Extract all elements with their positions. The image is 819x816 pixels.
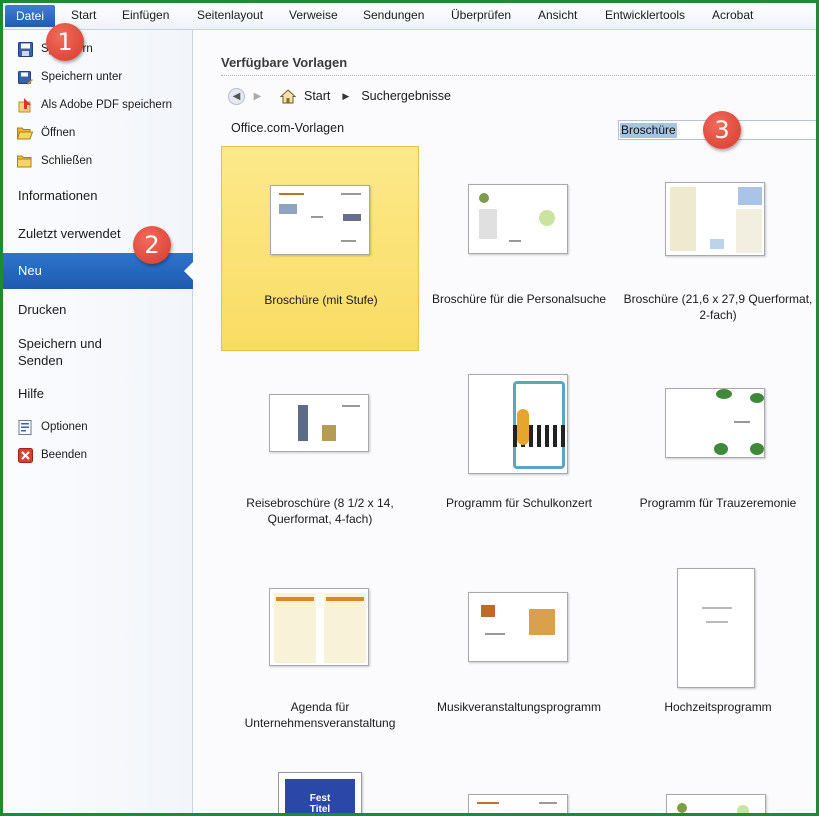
save-as-label: Speichern unter [41, 71, 123, 83]
exit-label: Beenden [41, 449, 88, 461]
window-frame: Datei Start Einfügen Seitenlayout Verwei… [0, 0, 819, 816]
template-label: Programm für Schulkonzert [445, 496, 593, 510]
close-folder-icon [17, 153, 33, 169]
template-label: Broschüre (mit Stufe) [264, 293, 378, 307]
section-speichern-senden[interactable]: Speichern und Senden [18, 335, 118, 369]
exit-command[interactable]: Beenden [17, 445, 87, 465]
tab-ansicht[interactable]: Ansicht [538, 8, 577, 22]
forward-arrow-icon[interactable]: ▶ [249, 88, 266, 105]
section-hilfe[interactable]: Hilfe [18, 385, 44, 402]
section-drucken[interactable]: Drucken [18, 301, 66, 318]
template-label: Broschüre für die Personalsuche [431, 292, 607, 306]
template-label: Agenda für Unternehmensveranstaltung [244, 700, 396, 730]
template-label: Musikveranstaltungsprogramm [436, 700, 602, 714]
template-tile-broschuere-mit-stufe[interactable]: Broschüre (mit Stufe) [221, 146, 419, 351]
template-thumbnail [269, 588, 369, 666]
exit-icon [17, 447, 33, 463]
options-command[interactable]: Optionen [17, 417, 88, 437]
options-label: Optionen [41, 421, 88, 433]
template-tile-broschuere-querformat[interactable]: Broschüre (21,6 x 27,9 Querformat, 2-fac… [619, 146, 816, 351]
backstage-nav: Speichern Speichern unter Als Adobe PDF … [3, 30, 193, 813]
tab-acrobat[interactable]: Acrobat [712, 8, 753, 22]
template-thumbnail [468, 374, 568, 474]
home-icon[interactable] [280, 88, 296, 104]
back-arrow-icon[interactable]: ◀ [228, 87, 245, 105]
template-thumbnail [665, 182, 765, 256]
template-tile-reisebroschuere[interactable]: Reisebroschüre (8 1/2 x 14, Querformat, … [221, 350, 419, 555]
template-thumbnail [665, 388, 765, 458]
open-label: Öffnen [41, 127, 76, 139]
template-thumbnail [677, 568, 755, 688]
selected-notch [184, 262, 193, 280]
section-zuletzt-verwendet[interactable]: Zuletzt verwendet [18, 225, 121, 242]
save-pdf-command[interactable]: Als Adobe PDF speichern [17, 95, 172, 115]
save-pdf-label: Als Adobe PDF speichern [41, 99, 173, 111]
callout-1: 1 [46, 23, 84, 61]
template-thumbnail-fest[interactable]: Fest Titel [278, 772, 362, 813]
breadcrumb-separator-icon: ▶ [342, 90, 350, 101]
search-selected-text: Broschüre [620, 123, 677, 138]
template-tile-musikveranstaltung[interactable]: Musikveranstaltungsprogramm [420, 554, 618, 759]
breadcrumb-home[interactable]: Start [304, 89, 330, 103]
template-thumbnail-partial-2[interactable] [468, 794, 568, 813]
fest-titel-text: Fest Titel [285, 779, 355, 813]
tab-start[interactable]: Start [71, 8, 96, 22]
breadcrumb: ◀ ▶ Start ▶ Suchergebnisse [228, 86, 451, 106]
pdf-icon [17, 97, 33, 113]
template-thumbnail [270, 185, 370, 255]
template-tile-agenda[interactable]: Agenda für Unternehmensveranstaltung [221, 554, 419, 759]
options-icon [17, 419, 33, 435]
save-as-command[interactable]: Speichern unter [17, 67, 122, 87]
ribbon-tab-bar: Datei Start Einfügen Seitenlayout Verwei… [3, 3, 816, 30]
breadcrumb-current: Suchergebnisse [361, 89, 451, 103]
template-thumbnail [269, 394, 369, 452]
close-command[interactable]: Schließen [17, 151, 92, 171]
tab-ueberpruefen[interactable]: Überprüfen [451, 8, 511, 22]
tab-seitenlayout[interactable]: Seitenlayout [197, 8, 263, 22]
close-label: Schließen [41, 155, 93, 167]
template-tile-hochzeitsprogramm[interactable]: Hochzeitsprogramm [619, 554, 816, 759]
tab-datei[interactable]: Datei [5, 5, 55, 27]
tab-sendungen[interactable]: Sendungen [363, 8, 424, 22]
template-label: Reisebroschüre (8 1/2 x 14, Querformat, … [246, 496, 394, 526]
template-thumbnail-partial-3[interactable] [666, 794, 766, 813]
template-label: Programm für Trauzeremonie [639, 496, 797, 510]
tab-entwicklertools[interactable]: Entwicklertools [605, 8, 685, 22]
open-command[interactable]: Öffnen [17, 123, 75, 143]
tab-einfuegen[interactable]: Einfügen [122, 8, 169, 22]
page-title: Verfügbare Vorlagen [221, 55, 348, 70]
template-tile-personalsuche[interactable]: Broschüre für die Personalsuche [420, 146, 618, 351]
template-tile-schulkonzert[interactable]: Programm für Schulkonzert [420, 350, 618, 555]
office-templates-label: Office.com-Vorlagen [231, 121, 345, 135]
template-thumbnail [468, 592, 568, 662]
template-label: Broschüre (21,6 x 27,9 Querformat, 2-fac… [623, 292, 813, 322]
callout-2: 2 [133, 226, 171, 264]
save-icon [17, 41, 33, 57]
template-label: Hochzeitsprogramm [664, 700, 772, 714]
callout-3: 3 [703, 111, 741, 149]
save-as-icon [17, 69, 33, 85]
tab-verweise[interactable]: Verweise [289, 8, 338, 22]
template-thumbnail [468, 184, 568, 254]
heading-divider [221, 75, 816, 76]
section-informationen[interactable]: Informationen [18, 187, 98, 204]
section-neu-label: Neu [18, 263, 42, 278]
open-folder-icon [17, 125, 33, 141]
template-tile-trauzeremonie[interactable]: Programm für Trauzeremonie [619, 350, 816, 555]
